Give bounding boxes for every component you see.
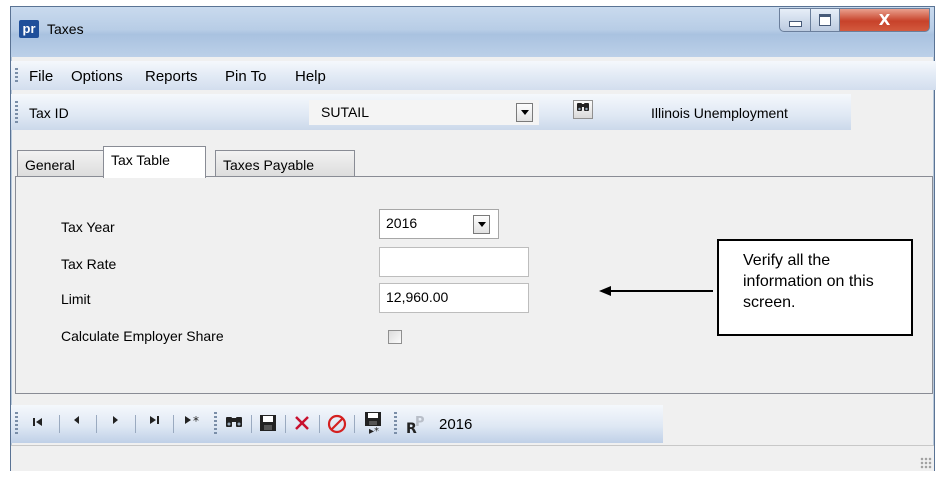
tax-rate-field[interactable] — [379, 247, 529, 277]
record-navigation-toolbar: * ▸* R P 2016 — [11, 405, 663, 443]
save-icon — [260, 415, 276, 431]
new-record-icon: * — [185, 414, 199, 428]
menu-help[interactable]: Help — [295, 68, 326, 85]
toolbar-grip[interactable] — [214, 412, 217, 436]
svg-text:P: P — [415, 415, 425, 430]
toolbar-separator — [319, 415, 320, 433]
taxes-window: pr Taxes X File Options Reports Pin To H… — [10, 6, 936, 471]
employer-share-checkbox[interactable] — [388, 330, 402, 344]
tax-id-combo[interactable]: SUTAIL — [309, 100, 539, 125]
delete-button[interactable] — [293, 414, 311, 434]
cancel-icon — [327, 414, 347, 434]
tax-year-label: Tax Year — [61, 219, 115, 235]
save-and-new-icon: ▸* — [365, 412, 381, 437]
limit-field[interactable]: 12,960.00 — [379, 283, 529, 313]
toolbar-separator — [285, 415, 286, 433]
toolbar-grip[interactable] — [394, 412, 397, 436]
resize-grip-icon[interactable] — [920, 457, 932, 469]
chevron-down-icon — [477, 222, 486, 227]
tax-id-description: Illinois Unemployment — [651, 105, 788, 121]
tax-id-bar: Tax ID SUTAIL Illinois Unemployment — [11, 94, 851, 130]
maximize-button[interactable] — [810, 8, 840, 32]
tab-tax-table[interactable]: Tax Table — [103, 146, 206, 178]
toolbar-grip[interactable] — [15, 68, 18, 83]
first-record-icon — [33, 418, 42, 426]
menu-pin-to[interactable]: Pin To — [225, 68, 266, 85]
window-title: Taxes — [47, 21, 84, 37]
new-record-button[interactable]: * — [183, 414, 205, 434]
previous-record-icon — [74, 416, 79, 424]
toolbar-grip[interactable] — [15, 101, 18, 123]
last-record-button[interactable] — [147, 414, 161, 434]
tax-year-select[interactable]: 2016 — [379, 209, 499, 239]
menu-file[interactable]: File — [29, 68, 53, 85]
next-record-button[interactable] — [109, 414, 121, 434]
save-and-new-button[interactable]: ▸* — [363, 411, 383, 437]
minimize-icon — [788, 21, 802, 27]
chevron-down-icon — [520, 110, 529, 115]
status-bar — [11, 445, 934, 471]
app-icon: pr — [19, 20, 39, 38]
tax-id-label: Tax ID — [29, 105, 69, 121]
tax-id-dropdown-button[interactable] — [516, 103, 533, 122]
tax-id-value: SUTAIL — [321, 104, 369, 120]
binoculars-icon — [226, 417, 242, 427]
menu-bar: File Options Reports Pin To Help — [11, 61, 936, 90]
toolbar-separator — [354, 415, 355, 433]
cancel-button[interactable] — [327, 414, 347, 434]
toolbar-separator — [173, 415, 174, 433]
close-icon: X — [878, 11, 891, 29]
svg-text:▸*: ▸* — [369, 426, 379, 435]
binoculars-icon — [577, 103, 589, 111]
delete-icon — [295, 416, 309, 430]
toolbar-separator — [59, 415, 60, 433]
svg-text:*: * — [193, 414, 199, 426]
menu-reports[interactable]: Reports — [145, 68, 198, 85]
toolbar-separator — [135, 415, 136, 433]
last-record-icon — [150, 416, 159, 424]
close-button[interactable]: X — [839, 8, 930, 32]
report-button[interactable]: R P — [405, 413, 431, 437]
toolbar-separator — [251, 415, 252, 433]
tax-year-value: 2016 — [386, 215, 418, 231]
report-icon: R P — [406, 415, 425, 437]
next-record-icon — [113, 416, 118, 424]
toolbar-separator — [96, 415, 97, 433]
tax-year-dropdown-button[interactable] — [473, 215, 490, 234]
callout-note: Verify all the information on this scree… — [717, 239, 913, 336]
find-tax-id-button[interactable] — [573, 100, 593, 119]
tab-taxes-payable[interactable]: Taxes Payable — [215, 150, 355, 177]
tab-general[interactable]: General — [17, 150, 104, 177]
callout-arrow — [609, 290, 713, 292]
tax-rate-label: Tax Rate — [61, 256, 117, 272]
save-button[interactable] — [259, 414, 277, 434]
maximize-icon — [819, 14, 831, 26]
title-bar[interactable]: pr Taxes X — [11, 7, 934, 57]
limit-label: Limit — [61, 291, 91, 307]
toolbar-grip[interactable] — [15, 412, 18, 436]
minimize-button[interactable] — [779, 8, 811, 32]
find-button[interactable] — [225, 414, 243, 434]
first-record-button[interactable] — [31, 416, 45, 436]
previous-record-button[interactable] — [71, 414, 83, 434]
employer-share-label: Calculate Employer Share — [61, 328, 224, 344]
navigator-year: 2016 — [439, 416, 473, 433]
menu-options[interactable]: Options — [71, 68, 123, 85]
